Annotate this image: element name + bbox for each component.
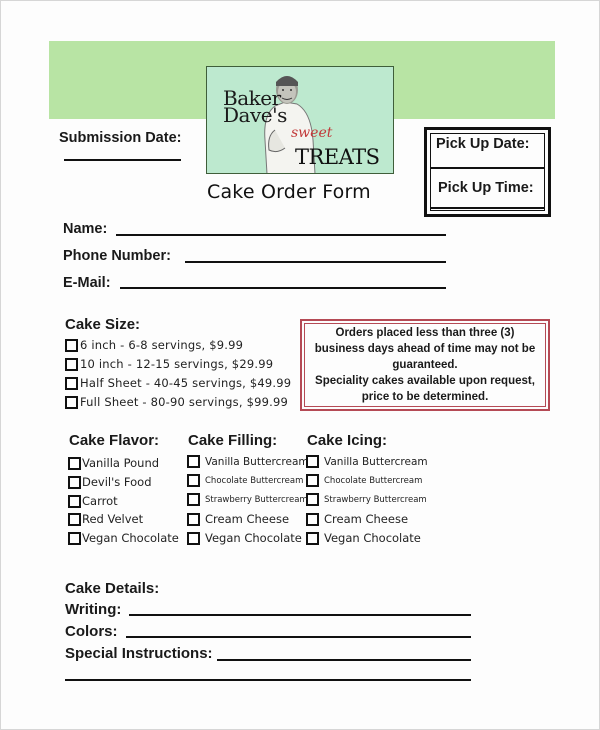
logo-line-2: Dave's xyxy=(223,103,287,127)
notice-line: guaranteed. xyxy=(392,359,458,371)
option-label: Vanilla Buttercream xyxy=(324,455,428,468)
cake-details-heading: Cake Details: xyxy=(65,580,160,597)
pickup-date-field[interactable] xyxy=(430,167,545,169)
icing-option[interactable]: Chocolate Buttercream xyxy=(306,474,422,487)
filling-option[interactable]: Vegan Chocolate xyxy=(187,531,302,545)
option-label: Devil's Food xyxy=(82,475,152,489)
form-title: Cake Order Form xyxy=(207,181,371,203)
notice-line: business days ahead of time may not be xyxy=(314,343,536,355)
option-label: 6 inch - 6-8 servings, $9.99 xyxy=(80,338,244,352)
cake-flavor-heading: Cake Flavor: xyxy=(69,432,160,449)
option-label: Vanilla Buttercream xyxy=(205,455,309,468)
option-label: Red Velvet xyxy=(82,512,144,526)
logo-text-treats: TREATS xyxy=(295,145,380,169)
option-label: Cream Cheese xyxy=(205,512,290,526)
flavor-option[interactable]: Vanilla Pound xyxy=(68,456,159,470)
option-label: Chocolate Buttercream xyxy=(205,475,304,486)
icing-option[interactable]: Cream Cheese xyxy=(306,512,408,526)
writing-label: Writing: xyxy=(65,601,122,618)
notice-box: Orders placed less than three (3) busine… xyxy=(300,319,550,411)
icing-option[interactable]: Vegan Chocolate xyxy=(306,531,421,545)
checkbox[interactable] xyxy=(306,531,319,545)
notice-line: Orders placed less than three (3) xyxy=(335,327,515,339)
option-label: Carrot xyxy=(82,494,118,508)
name-field[interactable] xyxy=(116,234,446,236)
option-label: Chocolate Buttercream xyxy=(324,475,423,486)
flavor-option[interactable]: Carrot xyxy=(68,494,118,508)
filling-option[interactable]: Cream Cheese xyxy=(187,512,289,526)
checkbox[interactable] xyxy=(68,494,81,508)
filling-option[interactable]: Vanilla Buttercream xyxy=(187,455,309,468)
submission-date-field[interactable] xyxy=(64,159,181,161)
option-label: 10 inch - 12-15 servings, $29.99 xyxy=(80,357,274,371)
checkbox[interactable] xyxy=(306,474,319,487)
name-label: Name: xyxy=(63,221,108,237)
pickup-time-field[interactable] xyxy=(430,207,545,209)
writing-field[interactable] xyxy=(129,614,471,616)
checkbox[interactable] xyxy=(306,512,319,526)
pickup-date-label: Pick Up Date: xyxy=(436,136,530,152)
phone-field[interactable] xyxy=(185,261,446,263)
special-instructions-field[interactable] xyxy=(217,659,471,661)
checkbox[interactable] xyxy=(187,512,200,526)
notice-line: Speciality cakes available upon request, xyxy=(315,375,535,387)
cake-size-option[interactable]: Half Sheet - 40-45 servings, $49.99 xyxy=(65,376,291,390)
option-label: Strawberry Buttercream xyxy=(324,494,427,505)
cake-size-heading: Cake Size: xyxy=(65,316,141,333)
flavor-option[interactable]: Vegan Chocolate xyxy=(68,531,179,545)
checkbox[interactable] xyxy=(306,455,319,468)
flavor-option[interactable]: Devil's Food xyxy=(68,475,152,489)
flavor-option[interactable]: Red Velvet xyxy=(68,512,143,526)
option-label: Vegan Chocolate xyxy=(82,531,179,545)
pickup-time-label: Pick Up Time: xyxy=(438,180,534,196)
checkbox[interactable] xyxy=(187,531,200,545)
notice-box-inner: Orders placed less than three (3) busine… xyxy=(304,323,546,407)
notice-line: price to be determined. xyxy=(361,391,489,403)
checkbox[interactable] xyxy=(68,475,81,489)
option-label: Cream Cheese xyxy=(324,512,409,526)
filling-option[interactable]: Chocolate Buttercream xyxy=(187,474,303,487)
email-label: E-Mail: xyxy=(63,275,111,291)
checkbox[interactable] xyxy=(68,456,81,470)
colors-label: Colors: xyxy=(65,623,118,640)
checkbox[interactable] xyxy=(187,455,200,468)
logo-text-sweet: sweet xyxy=(291,125,333,141)
colors-field[interactable] xyxy=(126,636,471,638)
checkbox[interactable] xyxy=(187,474,200,487)
icing-option[interactable]: Strawberry Buttercream xyxy=(306,493,427,506)
filling-option[interactable]: Strawberry Buttercream xyxy=(187,493,308,506)
option-label: Full Sheet - 80-90 servings, $99.99 xyxy=(80,395,289,409)
submission-date-label: Submission Date: xyxy=(59,130,182,146)
special-instructions-label: Special Instructions: xyxy=(65,645,213,662)
cake-size-option[interactable]: 10 inch - 12-15 servings, $29.99 xyxy=(65,357,273,371)
cake-icing-heading: Cake Icing: xyxy=(307,432,388,449)
checkbox[interactable] xyxy=(187,493,200,506)
option-label: Half Sheet - 40-45 servings, $49.99 xyxy=(80,376,292,390)
logo-text-baker: Baker Dave's xyxy=(223,88,287,127)
option-label: Vanilla Pound xyxy=(82,456,160,470)
bakery-logo: Baker Dave's sweet TREATS xyxy=(206,66,394,174)
option-label: Vegan Chocolate xyxy=(324,531,421,545)
icing-option[interactable]: Vanilla Buttercream xyxy=(306,455,428,468)
checkbox[interactable] xyxy=(68,531,81,545)
cake-size-option[interactable]: 6 inch - 6-8 servings, $9.99 xyxy=(65,338,243,352)
email-field[interactable] xyxy=(120,287,446,289)
option-label: Strawberry Buttercream xyxy=(205,494,308,505)
checkbox[interactable] xyxy=(65,338,78,352)
checkbox[interactable] xyxy=(65,376,78,390)
cake-size-option[interactable]: Full Sheet - 80-90 servings, $99.99 xyxy=(65,395,288,409)
checkbox[interactable] xyxy=(68,512,81,526)
checkbox[interactable] xyxy=(306,493,319,506)
option-label: Vegan Chocolate xyxy=(205,531,302,545)
checkbox[interactable] xyxy=(65,357,78,371)
checkbox[interactable] xyxy=(65,395,78,409)
phone-label: Phone Number: xyxy=(63,248,171,264)
cake-filling-heading: Cake Filling: xyxy=(188,432,278,449)
special-instructions-field-2[interactable] xyxy=(65,679,471,681)
